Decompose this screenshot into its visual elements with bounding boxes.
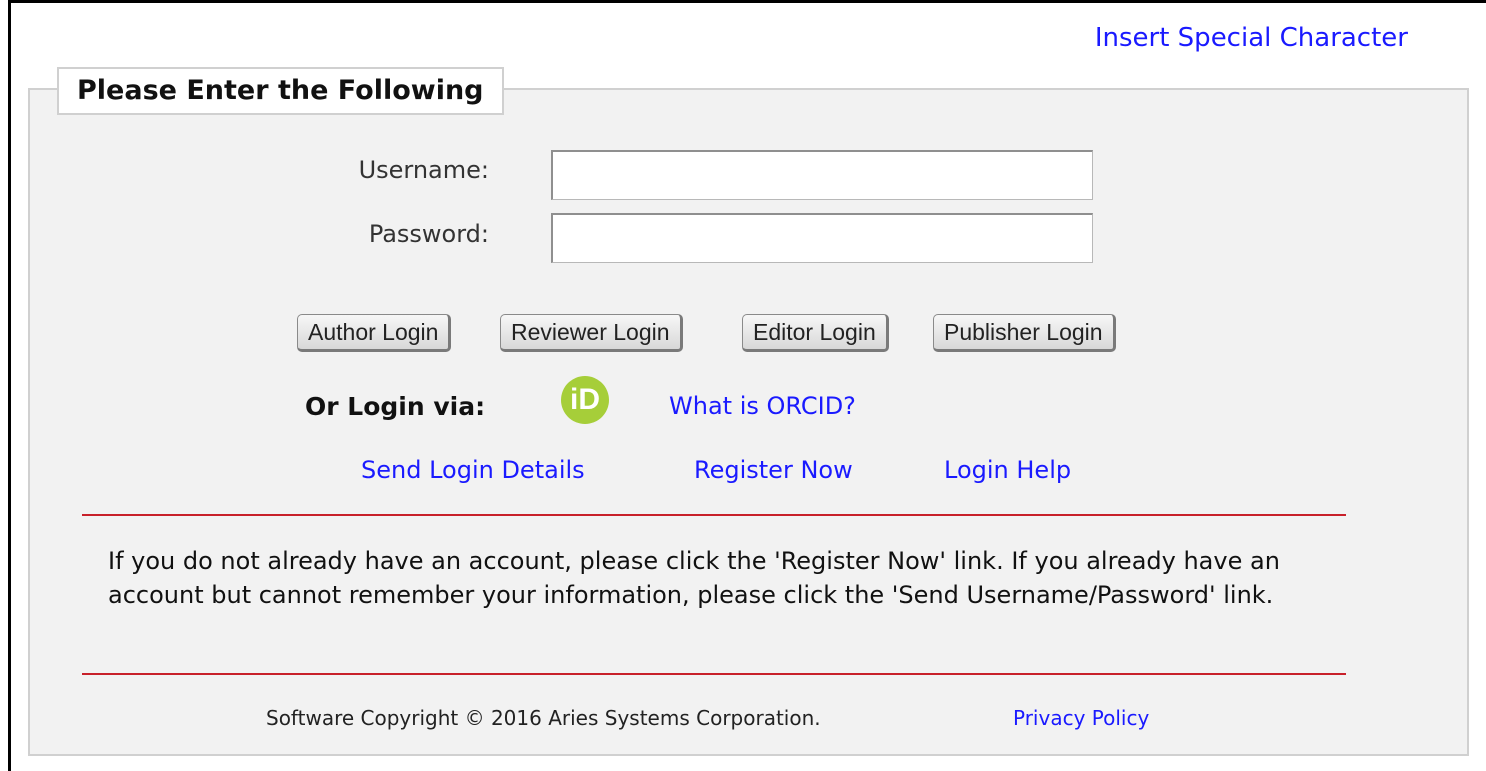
send-login-details-link[interactable]: Send Login Details: [361, 456, 585, 484]
orcid-icon[interactable]: iD: [561, 376, 609, 424]
password-input[interactable]: [551, 213, 1093, 263]
username-input[interactable]: [551, 150, 1093, 200]
divider-top: [82, 514, 1346, 516]
insert-special-character-link[interactable]: Insert Special Character: [1095, 23, 1408, 53]
password-label: Password:: [368, 220, 489, 248]
privacy-policy-link[interactable]: Privacy Policy: [1013, 706, 1149, 730]
panel-legend: Please Enter the Following: [57, 67, 504, 115]
publisher-login-button[interactable]: Publisher Login: [933, 314, 1116, 352]
editor-login-button[interactable]: Editor Login: [742, 314, 889, 352]
register-now-link[interactable]: Register Now: [694, 456, 853, 484]
username-label: Username:: [358, 156, 489, 184]
author-login-button[interactable]: Author Login: [297, 314, 452, 352]
copyright-text: Software Copyright © 2016 Aries Systems …: [266, 706, 821, 730]
login-help-link[interactable]: Login Help: [944, 456, 1071, 484]
reviewer-login-button[interactable]: Reviewer Login: [500, 314, 683, 352]
divider-bottom: [82, 673, 1346, 675]
or-login-via-label: Or Login via:: [305, 392, 486, 421]
account-help-text: If you do not already have an account, p…: [108, 547, 1280, 609]
what-is-orcid-link[interactable]: What is ORCID?: [669, 392, 856, 420]
